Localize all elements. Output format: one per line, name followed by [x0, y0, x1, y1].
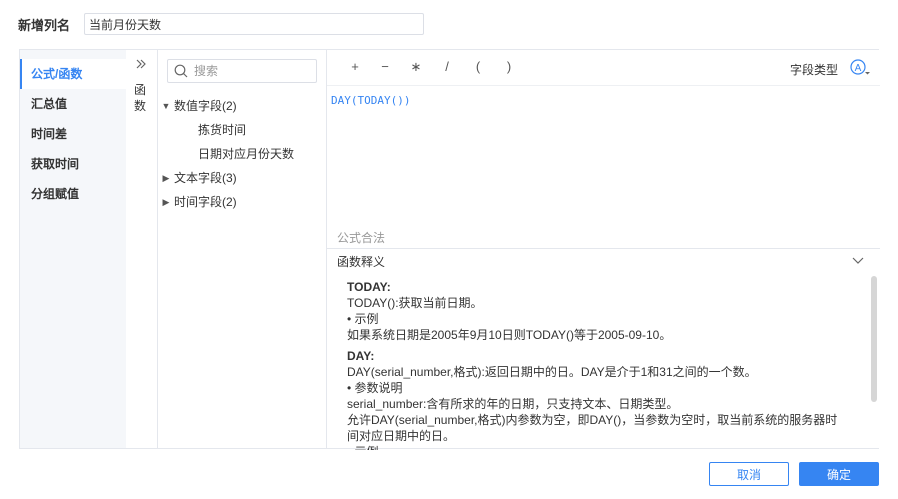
- function-name-heading: TODAY:: [347, 280, 391, 294]
- search-icon: [174, 64, 188, 78]
- function-vertical-label[interactable]: 函 数: [134, 82, 148, 114]
- double-chevron-right-icon[interactable]: [134, 57, 148, 71]
- plus-operator-button[interactable]: +: [347, 59, 363, 74]
- letter-a-circle-icon[interactable]: A: [850, 59, 870, 77]
- field-group[interactable]: ▼ 数值字段(2): [158, 94, 326, 118]
- formula-dialog-body: 公式/函数汇总值时间差获取时间分组赋值 函 数 ▼数值字段(2)拣货时间日期对应…: [19, 49, 880, 450]
- function-explain-line: • 示例: [347, 312, 379, 326]
- function-explain-header[interactable]: 函数释义: [327, 248, 880, 272]
- function-panel-toggle-column: 函 数: [126, 50, 158, 448]
- function-explain-line: • 示例: [347, 444, 857, 450]
- function-explain-line: DAY(serial_number,格式):返回日期中的日。DAY是介于1和31…: [347, 365, 757, 379]
- ok-button[interactable]: 确定: [799, 462, 879, 486]
- caret-down-icon: ▼: [161, 101, 171, 111]
- divide-operator-button[interactable]: /: [439, 59, 455, 74]
- nav-item[interactable]: 汇总值: [20, 89, 126, 119]
- function-type-nav: 公式/函数 汇总值 时间差 获取时间 分组赋值: [20, 50, 126, 448]
- svg-text:A: A: [855, 63, 862, 74]
- explain-scrollbar[interactable]: [871, 276, 877, 402]
- formula-editor: + − ∗ / ( ) 字段类型 A DAY(TODAY()) 公式合法 函数释…: [327, 50, 880, 450]
- field-item[interactable]: 拣货时间: [158, 118, 326, 142]
- left-paren-button[interactable]: (: [470, 59, 486, 74]
- nav-item[interactable]: 分组赋值: [20, 179, 126, 209]
- field-group-label: 数值字段(2): [174, 99, 237, 113]
- chevron-down-icon[interactable]: [852, 254, 864, 269]
- field-item[interactable]: 日期对应月份天数: [158, 142, 326, 166]
- field-tree: ▼ 数值字段(2) 拣货时间 日期对应月份天数 ▶ 文本字段(3) ▶ 时间字段(2): [158, 94, 326, 214]
- function-explain-line: 如果系统日期是2005年9月10日则TODAY()等于2005-09-10。: [347, 328, 672, 342]
- function-explain-line: 间对应日期中的日。: [347, 429, 456, 443]
- field-group-label: 时间字段(2): [174, 195, 237, 209]
- multiply-operator-button[interactable]: ∗: [408, 59, 424, 75]
- field-group[interactable]: ▶ 文本字段(3): [158, 166, 326, 190]
- vertical-char: 数: [134, 99, 147, 113]
- column-name-label: 新增列名: [18, 17, 71, 33]
- function-explain-line: TODAY():获取当前日期。: [347, 296, 483, 310]
- formula-text[interactable]: DAY(TODAY()): [331, 94, 410, 107]
- function-explain-title: 函数释义: [337, 255, 386, 269]
- field-type-label: 字段类型: [789, 63, 838, 77]
- function-explain-line: serial_number:含有所求的年的日期，只支持文本、日期类型。: [347, 397, 679, 411]
- function-explain-line: • 参数说明: [347, 381, 403, 395]
- vertical-char: 函: [134, 83, 147, 97]
- formula-valid-status: 公式合法: [337, 231, 386, 245]
- cancel-button[interactable]: 取消: [709, 462, 789, 486]
- caret-right-icon: ▶: [162, 173, 170, 183]
- function-explain-content: TODAY: TODAY():获取当前日期。 • 示例 如果系统日期是2005年9月1…: [347, 278, 857, 450]
- column-name-input[interactable]: [84, 13, 424, 35]
- field-search-box[interactable]: [167, 59, 317, 83]
- nav-item[interactable]: 获取时间: [20, 149, 126, 179]
- function-name-heading: DAY:: [347, 349, 375, 363]
- right-paren-button[interactable]: ): [501, 59, 517, 74]
- function-explain-line: 允许DAY(serial_number,格式)内参数为空，即DAY()，当参数为…: [347, 413, 838, 427]
- field-group[interactable]: ▶ 时间字段(2): [158, 190, 326, 214]
- field-group-label: 文本字段(3): [174, 171, 237, 185]
- nav-item[interactable]: 时间差: [20, 119, 126, 149]
- caret-right-icon: ▶: [162, 197, 170, 207]
- function-type-list: 公式/函数 汇总值 时间差 获取时间 分组赋值: [20, 50, 126, 209]
- column-name-row: 新增列名: [18, 13, 424, 35]
- operator-toolbar: + − ∗ / ( ) 字段类型 A: [327, 50, 880, 86]
- minus-operator-button[interactable]: −: [377, 59, 393, 74]
- nav-item[interactable]: 公式/函数: [20, 59, 126, 89]
- field-search-input[interactable]: [194, 64, 304, 78]
- field-panel: ▼数值字段(2)拣货时间日期对应月份天数▶文本字段(3)▶时间字段(2): [158, 50, 327, 448]
